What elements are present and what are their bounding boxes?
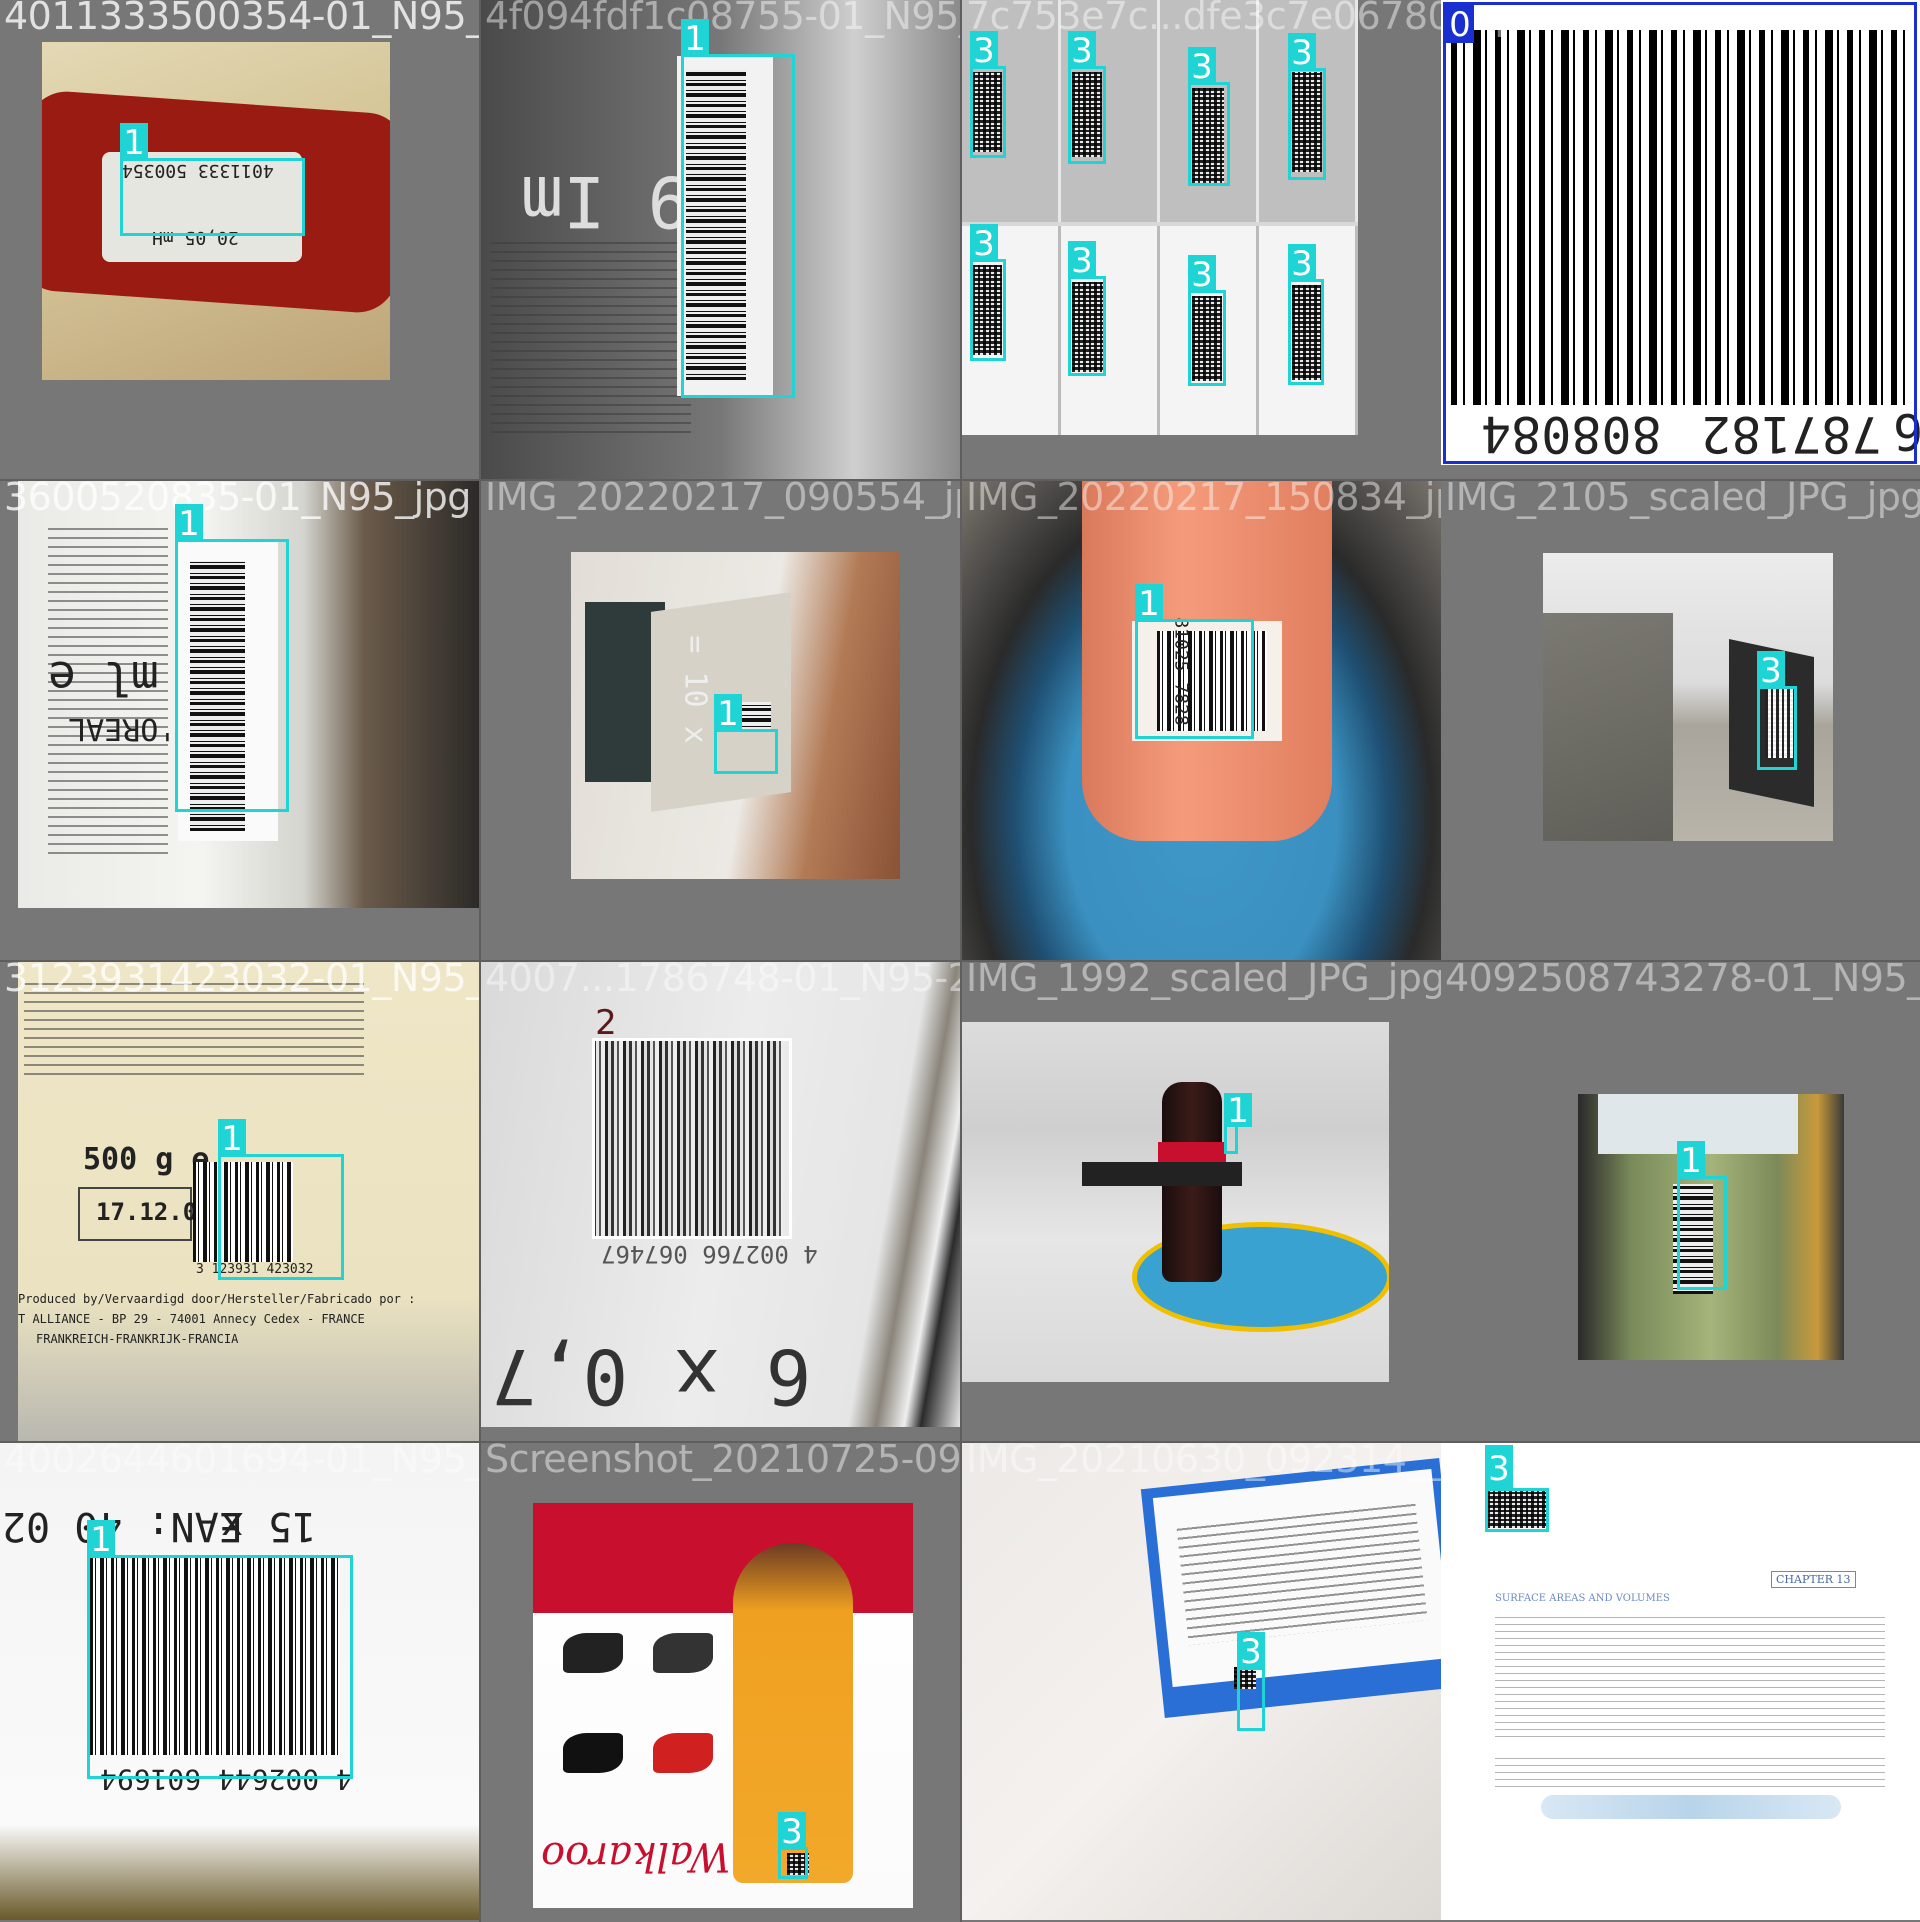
keyboard <box>1082 1162 1242 1186</box>
tile-1: 4011333 500354 20,05 mH 4011333500354-01… <box>0 0 479 479</box>
ingredients-text <box>24 982 364 1082</box>
detection-box: 3 <box>1485 1445 1549 1532</box>
detection-box: 3 <box>970 224 1006 361</box>
class-label: 3 <box>1068 31 1096 71</box>
tile-filename: IMG_20220217_090554_jpg <box>485 481 960 519</box>
class-label: 3 <box>970 224 998 264</box>
detection-box: 1 <box>681 19 795 398</box>
detection-box: 3 <box>1288 33 1326 180</box>
detection-box: 3 <box>1757 651 1797 770</box>
figure <box>1541 1795 1841 1819</box>
footer-text-2: T ALLIANCE - BP 29 - 74001 Annecy Cedex … <box>18 1312 365 1326</box>
body-text <box>1495 1753 1885 1793</box>
tile-filename: 4011333500354-01_N95_jpg <box>4 0 479 38</box>
class-label: 3 <box>1188 255 1216 295</box>
count-text: = 10 x <box>677 635 713 744</box>
tile-photo: Walkaroo <box>533 1503 913 1908</box>
detection-box: 3 <box>1188 47 1230 186</box>
detection-box: 1 <box>1135 584 1254 739</box>
detection-box: 1 <box>1677 1141 1727 1290</box>
detection-box: 2 <box>592 1003 792 1239</box>
detection-box: 3 <box>1068 241 1106 376</box>
quantity-text: 15 x <box>220 1503 317 1549</box>
class-label: 3 <box>1757 651 1785 691</box>
class-label: 1 <box>1224 1093 1252 1129</box>
tile-7: 81025 7828 IMG_20220217_150834_jpg 1 <box>962 481 1441 960</box>
ean-text: EAN: 40 02 <box>2 1503 243 1549</box>
detection-box: 1 <box>120 123 305 236</box>
detection-box: 3 <box>970 31 1006 158</box>
class-label: 3 <box>1188 47 1216 87</box>
class-label: 0 <box>1446 5 1474 45</box>
quantity-text: 6 x 0,7 <box>491 1332 812 1421</box>
class-label: 1 <box>681 19 709 59</box>
stone-wall <box>1543 613 1673 841</box>
detection-box: 1 <box>1224 1093 1252 1154</box>
class-label: 3 <box>1237 1632 1265 1672</box>
tile-12: 4092508743278-01_N95_jpg 1 <box>1441 962 1920 1441</box>
detection-box: 1 <box>218 1119 344 1280</box>
detection-box: 3 <box>1188 255 1226 386</box>
tile-photo <box>962 1022 1389 1382</box>
brand-logo: Walkaroo <box>541 1833 731 1879</box>
tile-filename: 4092508743278-01_N95_jpg <box>1445 962 1920 1000</box>
detection-box: 0 <box>1443 2 1917 464</box>
tile-3: 7c753e7c...dfe3c7e06780 3 3 3 3 3 3 3 3 <box>962 0 1441 479</box>
class-label: 1 <box>1677 1141 1705 1181</box>
class-label: 3 <box>970 31 998 71</box>
footer-text-3: FRANKREICH-FRANKRIJK-FRANCIA <box>36 1332 239 1346</box>
class-label: 1 <box>120 123 148 163</box>
class-label: 3 <box>1288 33 1316 73</box>
detection-box: 3 <box>778 1812 808 1879</box>
tile-11: IMG_1992_scaled_JPG_jpg 1 <box>962 962 1441 1441</box>
tile-14: Walkaroo Screenshot_20210725-094750 3 <box>481 1443 960 1922</box>
class-label: 1 <box>175 504 203 544</box>
text-block <box>491 240 691 440</box>
detection-box: 1 <box>175 504 289 812</box>
tile-4: 808084 787182 9 0ffpels3f1f1984782808 0 <box>1441 0 1920 479</box>
chapter-label: CHAPTER 13 <box>1771 1571 1856 1588</box>
tile-10: 4 002766 067467 6 x 0,7 4007...1786748-0… <box>481 962 960 1441</box>
class-label: 2 <box>595 1003 617 1043</box>
mosaic-grid: 4011333 500354 20,05 mH 4011333500354-01… <box>0 0 1920 1922</box>
label-text <box>1176 1500 1428 1646</box>
tile-2: 9 Im 4f094fdf1c08755-01_N95_jpg 1 <box>481 0 960 479</box>
brand-text: 9 Im <box>521 160 690 242</box>
shoe <box>653 1733 713 1773</box>
tile-6: = 10 x IMG_20220217_090554_jpg 1 <box>481 481 960 960</box>
weight-text: 500 g e <box>83 1142 210 1177</box>
detection-box: 1 <box>714 694 778 774</box>
tile-13: EAN: 40 02 15 x 4 002644 601694 40026446… <box>0 1443 479 1922</box>
shoe <box>563 1633 623 1673</box>
detection-box: 1 <box>87 1520 353 1779</box>
tile-15: IMG_20210630_092314__sc 3 <box>962 1443 1441 1922</box>
class-label: 3 <box>1485 1445 1513 1491</box>
shoe <box>563 1733 623 1773</box>
tile-filename: IMG_1992_scaled_JPG_jpg <box>966 962 1441 1000</box>
tile-photo <box>962 1443 1441 1920</box>
class-label: 3 <box>1288 244 1316 284</box>
body-text <box>1495 1613 1885 1743</box>
class-label: 1 <box>1135 584 1163 624</box>
class-label: 3 <box>778 1812 806 1852</box>
class-label: 1 <box>714 694 742 734</box>
banner <box>533 1503 913 1613</box>
class-label: 1 <box>218 1119 246 1159</box>
barcode-digits: 4 002766 067467 <box>601 1240 818 1268</box>
class-label: 1 <box>87 1520 115 1560</box>
tile-filename: IMG_2105_scaled_JPG_jpg.rf.5 <box>1445 481 1920 519</box>
section-heading: SURFACE AREAS AND VOLUMES <box>1495 1593 1670 1604</box>
tile-8: IMG_2105_scaled_JPG_jpg.rf.5 3 <box>1441 481 1920 960</box>
footer-text: Produced by/Vervaardigd door/Hersteller/… <box>18 1292 416 1306</box>
tile-filename: Screenshot_20210725-094750 <box>485 1443 960 1481</box>
detection-box: 3 <box>1288 244 1324 385</box>
tile-16: CHAPTER 13 SURFACE AREAS AND VOLUMES s77… <box>1441 1443 1920 1922</box>
detection-box: 3 <box>1068 31 1106 164</box>
tile-9: 500 g e 17.12.07 3 123931 423032 Produce… <box>0 962 479 1441</box>
tile-5: 300 ml e L'OREAL 3600520835-01_N95_jpg 1 <box>0 481 479 960</box>
shoe <box>653 1633 713 1673</box>
detection-box: 3 <box>1237 1632 1265 1731</box>
class-label: 3 <box>1068 241 1096 281</box>
